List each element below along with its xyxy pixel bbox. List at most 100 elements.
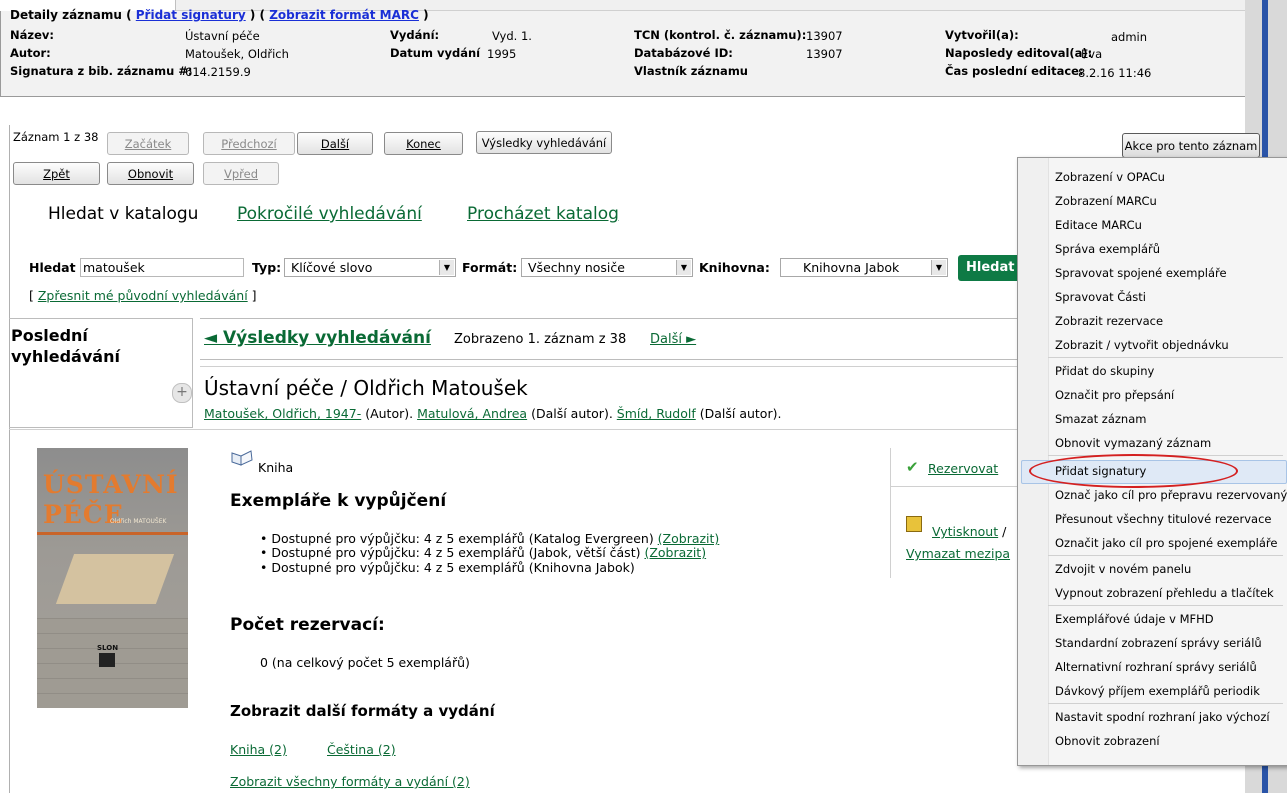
- record-position: Záznam 1 z 38: [13, 130, 99, 144]
- type-label: Typ:: [252, 260, 282, 275]
- cover-bed-illustration: [55, 554, 175, 604]
- edition-value: Vyd. 1.: [492, 29, 532, 43]
- menu-item-transfer-target[interactable]: Označ jako cíl pro přepravu rezervovanýc…: [1055, 488, 1287, 502]
- language-filter-link[interactable]: Čeština (2): [327, 742, 396, 757]
- author-link[interactable]: Šmíd, Rudolf: [617, 406, 696, 421]
- author-link[interactable]: Matoušek, Oldřich, 1947-: [204, 406, 361, 421]
- pubdate-label: Datum vydání: [390, 46, 481, 60]
- caption-prefix: Detaily záznamu (: [10, 8, 136, 22]
- last-searches-line1: Poslední: [11, 326, 88, 345]
- cover-title-line1: ÚSTAVNÍ: [43, 470, 179, 499]
- menu-item-edit-marc[interactable]: Editace MARCu: [1055, 218, 1142, 232]
- creator-value: admin: [1111, 30, 1148, 44]
- menu-separator: [1048, 555, 1283, 556]
- book-cover-image: ÚSTAVNÍ PÉČE Oldřich MATOUŠEK SLON: [37, 448, 188, 708]
- record-actions-button[interactable]: Akce pro tento záznam: [1122, 133, 1260, 158]
- show-copies-link[interactable]: (Zobrazit): [644, 545, 706, 560]
- tab-advanced-search[interactable]: Pokročilé vyhledávání: [237, 204, 422, 224]
- type-select[interactable]: Klíčové slovo ▼: [284, 258, 456, 277]
- search-results-button[interactable]: Výsledky vyhledávání: [476, 131, 612, 154]
- menu-item-toggle-summary[interactable]: Vypnout zobrazení přehledu a tlačítek: [1055, 586, 1274, 600]
- book-icon: [230, 449, 254, 466]
- author-role: (Autor).: [361, 406, 418, 421]
- refine-open-bracket: [: [29, 288, 38, 303]
- expand-icon[interactable]: +: [172, 383, 192, 403]
- highlight-ellipse: [1029, 454, 1238, 488]
- copy-text: Dostupné pro výpůjčku: 4 z 5 exemplářů (…: [271, 545, 645, 560]
- menu-item-serials-batch-receive[interactable]: Dávkový příjem exemplářů periodik: [1055, 684, 1260, 698]
- next-button[interactable]: Další: [297, 132, 373, 155]
- print-line: Vytisknout /: [932, 524, 1006, 539]
- menu-item-holdings-maintenance[interactable]: Správa exemplářů: [1055, 242, 1160, 256]
- back-button-label: Zpět: [43, 166, 70, 181]
- next-result-link[interactable]: Další ►: [650, 332, 696, 347]
- print-link[interactable]: Vytisknout: [932, 524, 998, 539]
- cover-publisher: SLON: [97, 644, 119, 652]
- format-filter-link[interactable]: Kniha (2): [230, 742, 287, 757]
- dbid-label: Databázové ID:: [634, 46, 733, 60]
- menu-item-add-to-bucket[interactable]: Přidat do skupiny: [1055, 364, 1154, 378]
- menu-item-view-holds[interactable]: Zobrazit rezervace: [1055, 314, 1163, 328]
- menu-item-view-marc[interactable]: Zobrazení MARCu: [1055, 194, 1157, 208]
- other-formats-heading: Zobrazit další formáty a vydání: [230, 702, 495, 720]
- copy-text: Dostupné pro výpůjčku: 4 z 5 exemplářů (…: [271, 560, 635, 575]
- refine-search: [ Zpřesnit mé původní vyhledávání ]: [29, 288, 257, 303]
- tcn-label: TCN (kontrol. č. záznamu):: [634, 28, 807, 42]
- menu-item-orders[interactable]: Zobrazit / vytvořit objednávku: [1055, 338, 1229, 352]
- menu-item-view-opac[interactable]: Zobrazení v OPACu: [1055, 170, 1165, 184]
- elephant-logo-icon: [99, 653, 115, 667]
- search-button[interactable]: Hledat: [958, 255, 1020, 281]
- tab-search-catalog[interactable]: Hledat v katalogu: [48, 204, 198, 224]
- search-input-value: matoušek: [83, 260, 145, 275]
- menu-item-move-title-holds[interactable]: Přesunout všechny titulové rezervace: [1055, 512, 1271, 526]
- all-formats-link[interactable]: Zobrazit všechny formáty a vydání (2): [230, 774, 470, 789]
- caption-mid: ) (: [245, 8, 270, 22]
- record-actions-menu: Zobrazení v OPACu Zobrazení MARCu Editac…: [1017, 157, 1287, 766]
- editor-value: Eva: [1081, 47, 1103, 61]
- menu-separator: [1048, 703, 1283, 704]
- library-select[interactable]: Knihovna Jabok ▼: [780, 258, 948, 277]
- menu-item-delete-record[interactable]: Smazat záznam: [1055, 412, 1146, 426]
- menu-item-duplicate-tab[interactable]: Zdvojit v novém panelu: [1055, 562, 1191, 576]
- tab-browse-catalog[interactable]: Procházet katalog: [467, 204, 619, 224]
- add-callnumbers-link[interactable]: Přidat signatury: [136, 8, 246, 22]
- menu-item-serials-alternate[interactable]: Alternativní rozhraní správy seriálů: [1055, 660, 1257, 674]
- last-searches-title: Poslední vyhledávání: [11, 325, 120, 367]
- back-button[interactable]: Zpět: [13, 162, 100, 185]
- format-value: Kniha: [258, 460, 294, 475]
- menu-item-refresh-view[interactable]: Obnovit zobrazení: [1055, 734, 1160, 748]
- menu-item-mark-overlay[interactable]: Označit pro přepsání: [1055, 388, 1174, 402]
- last-button[interactable]: Konec: [384, 132, 463, 155]
- show-copies-link[interactable]: (Zobrazit): [658, 531, 720, 546]
- menu-item-serials-standard[interactable]: Standardní zobrazení správy seriálů: [1055, 636, 1262, 650]
- author-link[interactable]: Matulová, Andrea: [417, 406, 527, 421]
- menu-item-linked-items[interactable]: Spravovat spojené exempláře: [1055, 266, 1227, 280]
- dbid-value: 13907: [806, 47, 843, 61]
- editor-label: Naposledy editoval(a):: [945, 46, 1093, 60]
- back-to-results-link[interactable]: ◄ Výsledky vyhledávání: [204, 328, 431, 348]
- menu-item-mfhd[interactable]: Exemplářové údaje v MFHD: [1055, 612, 1214, 626]
- menu-item-conjoined-target[interactable]: Označit jako cíl pro spojené exempláře: [1055, 536, 1277, 550]
- format-select[interactable]: Všechny nosiče ▼: [521, 258, 693, 277]
- search-input[interactable]: matoušek: [80, 258, 244, 277]
- copy-line: • Dostupné pro výpůjčku: 4 z 5 exemplářů…: [260, 560, 635, 575]
- record-title: Ústavní péče / Oldřich Matoušek: [204, 376, 528, 400]
- format-select-value: Všechny nosiče: [528, 260, 625, 275]
- clear-list-link[interactable]: Vymazat mezipa: [906, 546, 1010, 561]
- search-label: Hledat: [29, 260, 76, 275]
- reload-button[interactable]: Obnovit: [107, 162, 194, 185]
- menu-item-manage-parts[interactable]: Spravovat Části: [1055, 290, 1146, 304]
- show-marc-link[interactable]: Zobrazit formát MARC: [269, 8, 419, 22]
- menu-item-undelete-record[interactable]: Obnovit vymazaný záznam: [1055, 436, 1211, 450]
- menu-item-set-default-view[interactable]: Nastavit spodní rozhraní jako výchozí: [1055, 710, 1270, 724]
- first-button[interactable]: Začátek: [107, 132, 189, 155]
- edition-label: Vydání:: [390, 28, 440, 42]
- results-divider: [200, 366, 1020, 367]
- holds-value: 0 (na celkový počet 5 exemplářů): [260, 655, 470, 670]
- title-value: Ústavní péče: [185, 29, 260, 43]
- forward-button[interactable]: Vpřed: [203, 162, 279, 185]
- previous-button[interactable]: Předchozí: [203, 132, 295, 155]
- author-role: (Další autor).: [527, 406, 617, 421]
- place-hold-link[interactable]: Rezervovat: [928, 461, 998, 476]
- refine-search-link[interactable]: Zpřesnit mé původní vyhledávání: [38, 288, 248, 303]
